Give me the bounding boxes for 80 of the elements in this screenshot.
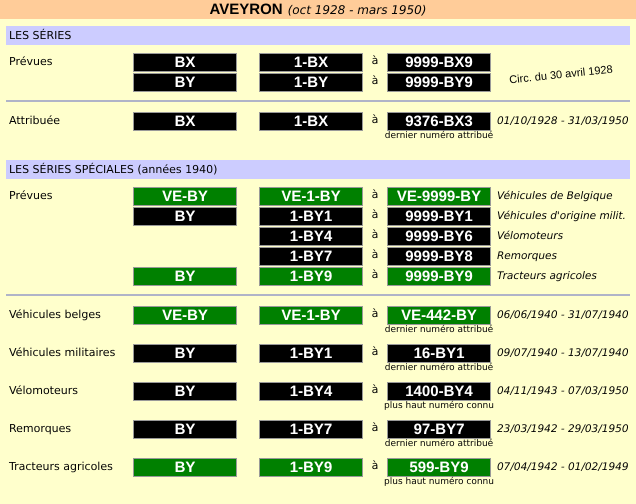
plate-number: VE-9999-BY <box>387 187 491 206</box>
plate-number: 9999-BY9 <box>387 267 491 286</box>
plate-number: 9999-BY9 <box>387 73 491 92</box>
series-plate: VE-BY <box>133 187 237 206</box>
plate-number: 1-BX <box>259 112 363 131</box>
series-plate: BY <box>133 344 237 363</box>
plate-number: 1-BY9 <box>259 267 363 286</box>
plate-number: 9999-BY6 <box>387 227 491 246</box>
note-text: 23/03/1942 - 29/03/1950 <box>497 422 629 435</box>
to-text: à <box>370 53 380 67</box>
section-heading: LES SÉRIES SPÉCIALES (années 1940) <box>6 160 630 179</box>
note-text: 09/07/1940 - 13/07/1940 <box>497 346 629 359</box>
row-label: Vélomoteurs <box>8 383 79 399</box>
caption-text: dernier numéro attribué <box>384 439 494 450</box>
caption-text: plus haut numéro connu <box>384 401 494 412</box>
plate-number: 599-BY9 <box>387 458 491 477</box>
row-label: Tracteurs agricoles <box>8 459 114 475</box>
note-text: Véhicules d'origine milit. <box>497 209 626 222</box>
to-text: à <box>370 306 380 320</box>
plate-number: 1-BY4 <box>259 382 363 401</box>
plate-number: 9999-BY8 <box>387 247 491 266</box>
plate-number: 1-BY1 <box>259 207 363 226</box>
plate-number: VE-1-BY <box>259 306 363 325</box>
series-plate: BX <box>133 112 237 131</box>
to-text: à <box>370 227 380 241</box>
to-text: à <box>370 207 380 221</box>
series-plate: BY <box>133 420 237 439</box>
series-plate: BY <box>133 458 237 477</box>
plate-number: 9999-BY1 <box>387 207 491 226</box>
note-text: 07/04/1942 - 01/02/1949 <box>497 460 629 473</box>
plate-number: 1-BX <box>259 53 363 72</box>
plate-number: 1400-BY4 <box>387 382 491 401</box>
to-text: à <box>370 112 380 126</box>
caption-text: dernier numéro attribué <box>384 131 494 142</box>
plate-number: 1-BY9 <box>259 458 363 477</box>
to-text: à <box>370 267 380 281</box>
note-text: Vélomoteurs <box>497 229 564 242</box>
plate-number: 16-BY1 <box>387 344 491 363</box>
row-label: Prévues <box>8 54 54 70</box>
plate-number: 9999-BX9 <box>387 53 491 72</box>
plate-number: 97-BY7 <box>387 420 491 439</box>
plate-number: 1-BY1 <box>259 344 363 363</box>
plate-number: 1-BY <box>259 73 363 92</box>
caption-text: dernier numéro attribué <box>384 363 494 374</box>
to-text: à <box>370 247 380 261</box>
plate-number: 9376-BX3 <box>387 112 491 131</box>
series-plate: VE-BY <box>133 306 237 325</box>
plate-number: 1-BY7 <box>259 420 363 439</box>
note-text: 04/11/1943 - 07/03/1950 <box>497 384 629 397</box>
page-title: AVEYRON <box>210 1 283 18</box>
row-label: Prévues <box>8 188 54 204</box>
plate-number: 1-BY7 <box>259 247 363 266</box>
row-label: Attribuée <box>8 113 62 129</box>
note-text: 06/06/1940 - 31/07/1940 <box>497 308 629 321</box>
to-text: à <box>370 187 380 201</box>
row-label: Véhicules militaires <box>8 345 116 361</box>
series-plate: BY <box>133 267 237 286</box>
note-text: Tracteurs agricoles <box>497 269 597 282</box>
row-label: Véhicules belges <box>8 307 102 323</box>
to-text: à <box>370 458 380 472</box>
plate-number: VE-1-BY <box>259 187 363 206</box>
note-text: Remorques <box>497 249 557 262</box>
section-heading: LES SÉRIES <box>6 26 630 45</box>
note-text: Véhicules de Belgique <box>497 189 613 202</box>
period-text: (oct 1928 - mars 1950) <box>288 3 426 17</box>
to-text: à <box>370 382 380 396</box>
caption-text: dernier numéro attribué <box>384 325 494 336</box>
caption-text: plus haut numéro connu <box>384 477 494 488</box>
plate-number: VE-442-BY <box>387 306 491 325</box>
note-text: 01/10/1928 - 31/03/1950 <box>497 114 629 127</box>
to-text: à <box>370 420 380 434</box>
row-label: Remorques <box>8 421 72 437</box>
series-plate: BX <box>133 53 237 72</box>
to-text: à <box>370 73 380 87</box>
series-plate: BY <box>133 73 237 92</box>
series-plate: BY <box>133 382 237 401</box>
to-text: à <box>370 344 380 358</box>
side-note: Circ. du 30 avril 1928 <box>508 64 614 86</box>
series-plate: BY <box>133 207 237 226</box>
plate-number: 1-BY4 <box>259 227 363 246</box>
